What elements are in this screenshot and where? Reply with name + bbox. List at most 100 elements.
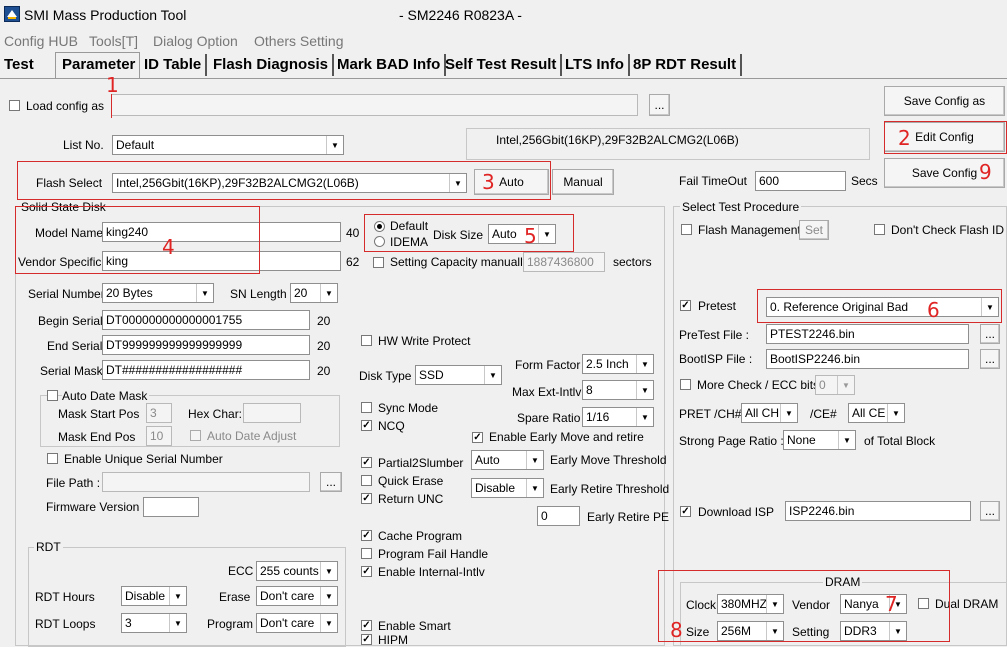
strong-page-select[interactable]: None ▼ (783, 430, 856, 450)
menu-dialog-option[interactable]: Dialog Option (153, 33, 238, 49)
serial-number-select[interactable]: 20 Bytes ▼ (102, 283, 214, 303)
download-isp-checkbox[interactable]: ✓ (680, 506, 691, 517)
download-isp-input[interactable]: ISP2246.bin (785, 501, 971, 521)
file-path-input[interactable] (102, 472, 310, 492)
cache-program-checkbox[interactable]: ✓ (361, 530, 372, 541)
capacity-input[interactable]: 1887436800 (523, 252, 605, 272)
list-no-select[interactable]: Default ▼ (112, 135, 344, 155)
ce-select[interactable]: All CE ▼ (848, 403, 905, 423)
tab-flash-diagnosis[interactable]: Flash Diagnosis (209, 54, 335, 76)
begin-serial-label: Begin Serial (38, 314, 103, 328)
return-unc-checkbox[interactable]: ✓ (361, 493, 372, 504)
early-retire-select[interactable]: Disable ▼ (471, 478, 544, 498)
strong-page-value: None (787, 433, 816, 447)
setting-capacity-checkbox[interactable] (373, 257, 384, 268)
spare-ratio-value: 1/16 (586, 410, 610, 424)
bootisp-file-label: BootISP File : (679, 352, 753, 366)
form-factor-select[interactable]: 2.5 Inch ▼ (582, 354, 654, 374)
unique-serial-checkbox[interactable] (47, 453, 58, 464)
internal-intlv-checkbox[interactable]: ✓ (361, 566, 372, 577)
menu-tools[interactable]: Tools[T] (89, 33, 138, 49)
early-move-retire-checkbox[interactable]: ✓ (472, 432, 483, 443)
window-subtitle: - SM2246 R0823A - (399, 7, 522, 23)
auto-date-mask-checkbox[interactable] (47, 390, 58, 401)
save-config-as-button[interactable]: Save Config as (884, 86, 1005, 116)
hw-write-protect-checkbox[interactable] (361, 335, 372, 346)
auto-date-adjust-checkbox[interactable] (190, 430, 201, 441)
erase-select[interactable]: Don't care ▼ (256, 586, 338, 606)
menu-config-hub[interactable]: Config HUB (4, 33, 78, 49)
end-serial-input[interactable]: DT999999999999999999 (102, 335, 310, 355)
file-path-browse-button[interactable]: ... (320, 472, 342, 492)
partial-slumber-checkbox[interactable]: ✓ (361, 457, 372, 468)
enable-smart-checkbox[interactable]: ✓ (361, 620, 372, 631)
download-isp-browse-button[interactable]: ... (980, 501, 1000, 521)
sync-mode-checkbox[interactable] (361, 402, 372, 413)
pretest-checkbox[interactable]: ✓ (680, 300, 691, 311)
serial-number-label: Serial Number (28, 287, 105, 301)
program-fail-checkbox[interactable] (361, 548, 372, 559)
annotation-1: 1 (106, 73, 119, 97)
setting-capacity-label: Setting Capacity manually (390, 255, 529, 269)
test-procedure-group-label: Select Test Procedure (680, 200, 802, 214)
pretest-file-input[interactable]: PTEST2246.bin (766, 324, 969, 344)
menu-others-setting[interactable]: Others Setting (254, 33, 344, 49)
ecc-select[interactable]: 255 counts ▼ (256, 561, 338, 581)
disk-type-select[interactable]: SSD ▼ (415, 365, 502, 385)
manual-button[interactable]: Manual (552, 169, 614, 195)
model-name-length: 40 (346, 226, 360, 240)
load-config-path-input[interactable] (111, 94, 638, 116)
rdt-loops-select[interactable]: 3 ▼ (121, 613, 187, 633)
pret-ch-select[interactable]: All CH ▼ (741, 403, 798, 423)
dont-check-flash-id-checkbox[interactable] (874, 224, 885, 235)
app-logo-icon (7, 10, 17, 19)
chevron-down-icon: ▼ (320, 562, 337, 580)
chevron-down-icon: ▼ (326, 136, 343, 154)
annotation-3: 3 (482, 170, 495, 194)
tab-8p-rdt-result[interactable]: 8P RDT Result (629, 54, 743, 76)
max-ext-intlv-select[interactable]: 8 ▼ (582, 380, 654, 400)
ecc-value: 255 counts (260, 564, 319, 578)
tab-lts-info[interactable]: LTS Info (561, 54, 630, 76)
pretest-label: Pretest (698, 299, 737, 313)
tab-parameter[interactable]: Parameter (58, 54, 139, 76)
quick-erase-checkbox[interactable] (361, 475, 372, 486)
mask-start-pos-input[interactable]: 3 (146, 403, 172, 423)
program-fail-label: Program Fail Handle (378, 547, 489, 561)
load-config-browse-button[interactable]: ... (649, 94, 670, 116)
chevron-down-icon: ▼ (887, 404, 904, 422)
more-check-select[interactable]: 0 ▼ (815, 375, 855, 395)
load-config-checkbox[interactable] (9, 100, 20, 111)
tab-test[interactable]: Test (0, 54, 38, 76)
hex-char-input[interactable] (243, 403, 301, 423)
early-retire-pe-input[interactable]: 0 (537, 506, 580, 526)
serial-mask-input[interactable]: DT################## (102, 360, 310, 380)
rdt-hours-select[interactable]: Disable ▼ (121, 586, 187, 606)
begin-serial-input[interactable]: DT000000000000001755 (102, 310, 310, 330)
tab-id-table[interactable]: ID Table (140, 54, 208, 76)
bootisp-file-browse-button[interactable]: ... (980, 349, 1000, 369)
firmware-version-input[interactable] (143, 497, 199, 517)
tab-self-test-result[interactable]: Self Test Result (441, 54, 563, 76)
fail-timeout-input[interactable]: 600 (755, 171, 846, 191)
program-value: Don't care (260, 616, 315, 630)
form-factor-value: 2.5 Inch (586, 357, 629, 371)
early-move-select[interactable]: Auto ▼ (471, 450, 544, 470)
form-factor-label: Form Factor (515, 358, 581, 372)
more-check-checkbox[interactable] (680, 379, 691, 390)
spare-ratio-select[interactable]: 1/16 ▼ (582, 407, 654, 427)
flash-management-checkbox[interactable] (681, 224, 692, 235)
hipm-label: HIPM (378, 633, 408, 647)
annotation-2: 2 (898, 126, 911, 150)
flash-management-set-button[interactable]: Set (799, 220, 829, 240)
bootisp-file-input[interactable]: BootISP2246.bin (766, 349, 969, 369)
chevron-down-icon: ▼ (320, 284, 337, 302)
ncq-checkbox[interactable]: ✓ (361, 420, 372, 431)
tab-mark-bad-info[interactable]: Mark BAD Info (333, 54, 447, 76)
program-select[interactable]: Don't care ▼ (256, 613, 338, 633)
program-label: Program (207, 617, 254, 631)
mask-end-pos-input[interactable]: 10 (146, 426, 172, 446)
annotation-7: 7 (885, 592, 898, 616)
pretest-file-browse-button[interactable]: ... (980, 324, 1000, 344)
sn-length-select[interactable]: 20 ▼ (290, 283, 338, 303)
